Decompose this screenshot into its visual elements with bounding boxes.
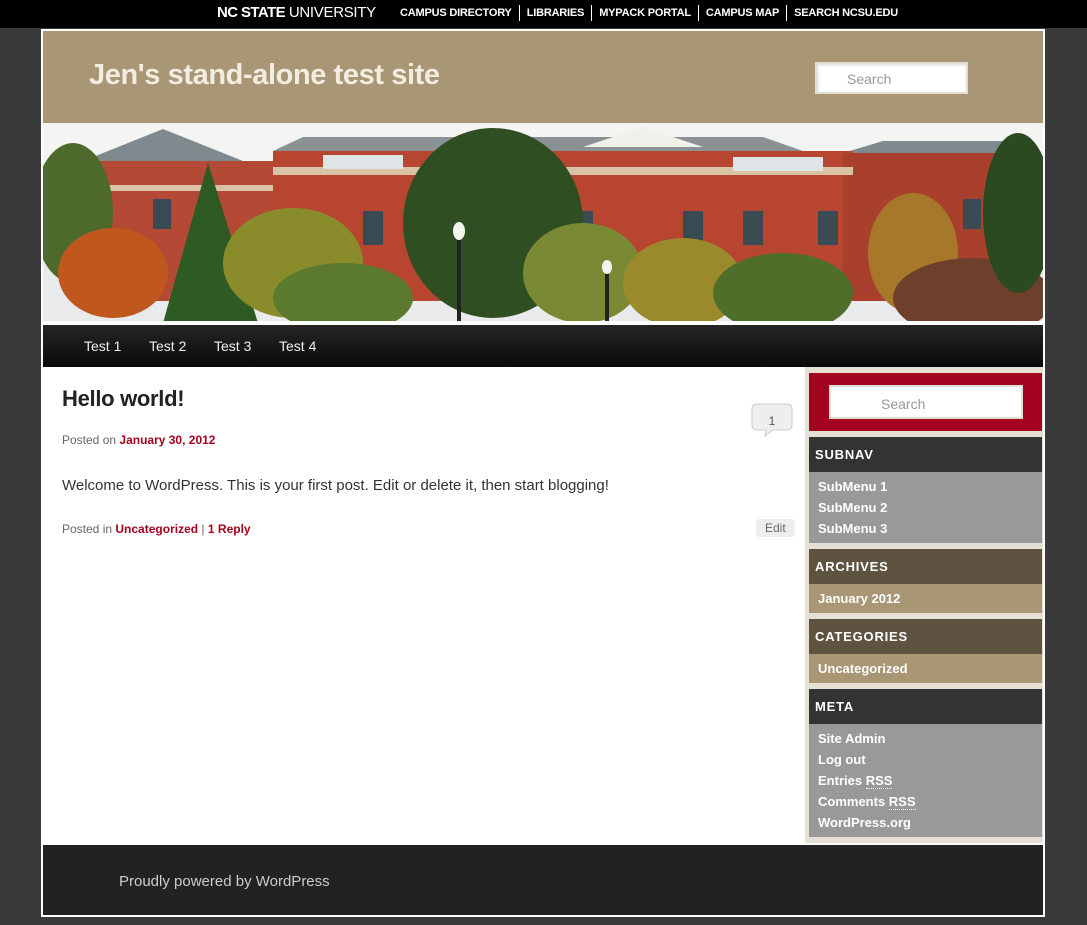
meta-title: META xyxy=(809,689,1042,724)
post-date-link[interactable]: January 30, 2012 xyxy=(119,433,215,447)
archive-item-january-2012[interactable]: January 2012 xyxy=(818,588,1034,609)
nav-item-test-2[interactable]: Test 2 xyxy=(149,338,186,354)
categories-widget: CATEGORIES Uncategorized xyxy=(809,619,1042,683)
comments-count-bubble[interactable]: 1 xyxy=(751,403,793,438)
site-title[interactable]: Jen's stand-alone test site xyxy=(89,59,440,92)
meta-site-admin[interactable]: Site Admin xyxy=(818,728,1034,749)
archives-widget: ARCHIVES January 2012 xyxy=(809,549,1042,613)
categories-title: CATEGORIES xyxy=(809,619,1042,654)
header-search-placeholder: Search xyxy=(847,71,892,87)
posted-in-label: Posted in xyxy=(62,522,113,536)
meta-entries-rss[interactable]: Entries RSS xyxy=(818,770,1034,791)
comments-rss-abbr: RSS xyxy=(888,794,916,810)
footer-separator: | xyxy=(201,522,205,536)
nav-item-test-1[interactable]: Test 1 xyxy=(84,338,121,354)
category-link[interactable]: Uncategorized xyxy=(115,522,198,536)
archives-list: January 2012 xyxy=(809,584,1042,613)
reply-link[interactable]: 1 Reply xyxy=(208,522,251,536)
campus-map-link[interactable]: CAMPUS MAP xyxy=(697,5,786,21)
site-header: Jen's stand-alone test site Search xyxy=(43,31,1043,123)
category-item-uncategorized[interactable]: Uncategorized xyxy=(818,658,1034,679)
subnav-widget: SUBNAV SubMenu 1 SubMenu 2 SubMenu 3 xyxy=(809,437,1042,543)
campus-directory-link[interactable]: CAMPUS DIRECTORY xyxy=(393,5,519,21)
libraries-link[interactable]: LIBRARIES xyxy=(518,5,591,21)
ncsu-logo-light: UNIVERSITY xyxy=(284,4,376,21)
campus-building-photo xyxy=(43,123,1043,321)
categories-list: Uncategorized xyxy=(809,654,1042,683)
header-banner-image xyxy=(43,123,1043,323)
posted-on-label: Posted on xyxy=(62,433,117,447)
ncsu-top-bar: NC STATE UNIVERSITY CAMPUS DIRECTORY LIB… xyxy=(0,0,1087,28)
main-navigation: Test 1 Test 2 Test 3 Test 4 xyxy=(43,325,1043,367)
meta-list: Site Admin Log out Entries RSS Comments … xyxy=(809,724,1042,837)
page-container: Jen's stand-alone test site Search Test … xyxy=(41,29,1045,917)
sidebar-search-widget: Search xyxy=(809,373,1042,431)
nav-item-test-4[interactable]: Test 4 xyxy=(279,338,316,354)
mypack-portal-link[interactable]: MYPACK PORTAL xyxy=(591,5,698,21)
post-title[interactable]: Hello world! xyxy=(62,386,185,412)
archives-title: ARCHIVES xyxy=(809,549,1042,584)
subnav-item-2[interactable]: SubMenu 2 xyxy=(818,497,1034,518)
meta-log-out[interactable]: Log out xyxy=(818,749,1034,770)
sidebar-search-placeholder: Search xyxy=(881,396,926,412)
subnav-item-1[interactable]: SubMenu 1 xyxy=(818,476,1034,497)
comments-rss-prefix: Comments xyxy=(818,794,889,809)
post-meta: Posted on January 30, 2012 xyxy=(62,433,215,447)
post-footer: Posted in Uncategorized | 1 Reply xyxy=(62,522,251,536)
meta-widget: META Site Admin Log out Entries RSS Comm… xyxy=(809,689,1042,837)
site-footer: Proudly powered by WordPress xyxy=(43,843,1043,915)
post-content: Welcome to WordPress. This is your first… xyxy=(62,477,609,494)
edit-button[interactable]: Edit xyxy=(756,519,795,537)
main-content: Hello world! Posted on January 30, 2012 … xyxy=(43,367,805,843)
comments-count: 1 xyxy=(768,414,776,428)
entries-rss-abbr: RSS xyxy=(865,773,893,789)
subnav-title: SUBNAV xyxy=(809,437,1042,472)
subnav-item-3[interactable]: SubMenu 3 xyxy=(818,518,1034,539)
powered-by-wordpress-link[interactable]: Proudly powered by WordPress xyxy=(119,873,330,890)
entries-rss-prefix: Entries xyxy=(818,773,866,788)
ncsu-logo[interactable]: NC STATE UNIVERSITY xyxy=(217,4,376,21)
sidebar: Search SUBNAV SubMenu 1 SubMenu 2 SubMen… xyxy=(805,367,1043,843)
search-ncsu-link[interactable]: SEARCH NCSU.EDU xyxy=(786,5,905,21)
subnav-list: SubMenu 1 SubMenu 2 SubMenu 3 xyxy=(809,472,1042,543)
nav-item-test-3[interactable]: Test 3 xyxy=(214,338,251,354)
ncsu-logo-bold: NC STATE xyxy=(217,4,286,21)
header-search-input[interactable]: Search xyxy=(815,62,968,94)
meta-wordpress-org[interactable]: WordPress.org xyxy=(818,812,1034,833)
ncsu-links: CAMPUS DIRECTORY LIBRARIES MYPACK PORTAL… xyxy=(393,5,905,21)
sidebar-search-input[interactable]: Search xyxy=(829,385,1023,419)
meta-comments-rss[interactable]: Comments RSS xyxy=(818,791,1034,812)
